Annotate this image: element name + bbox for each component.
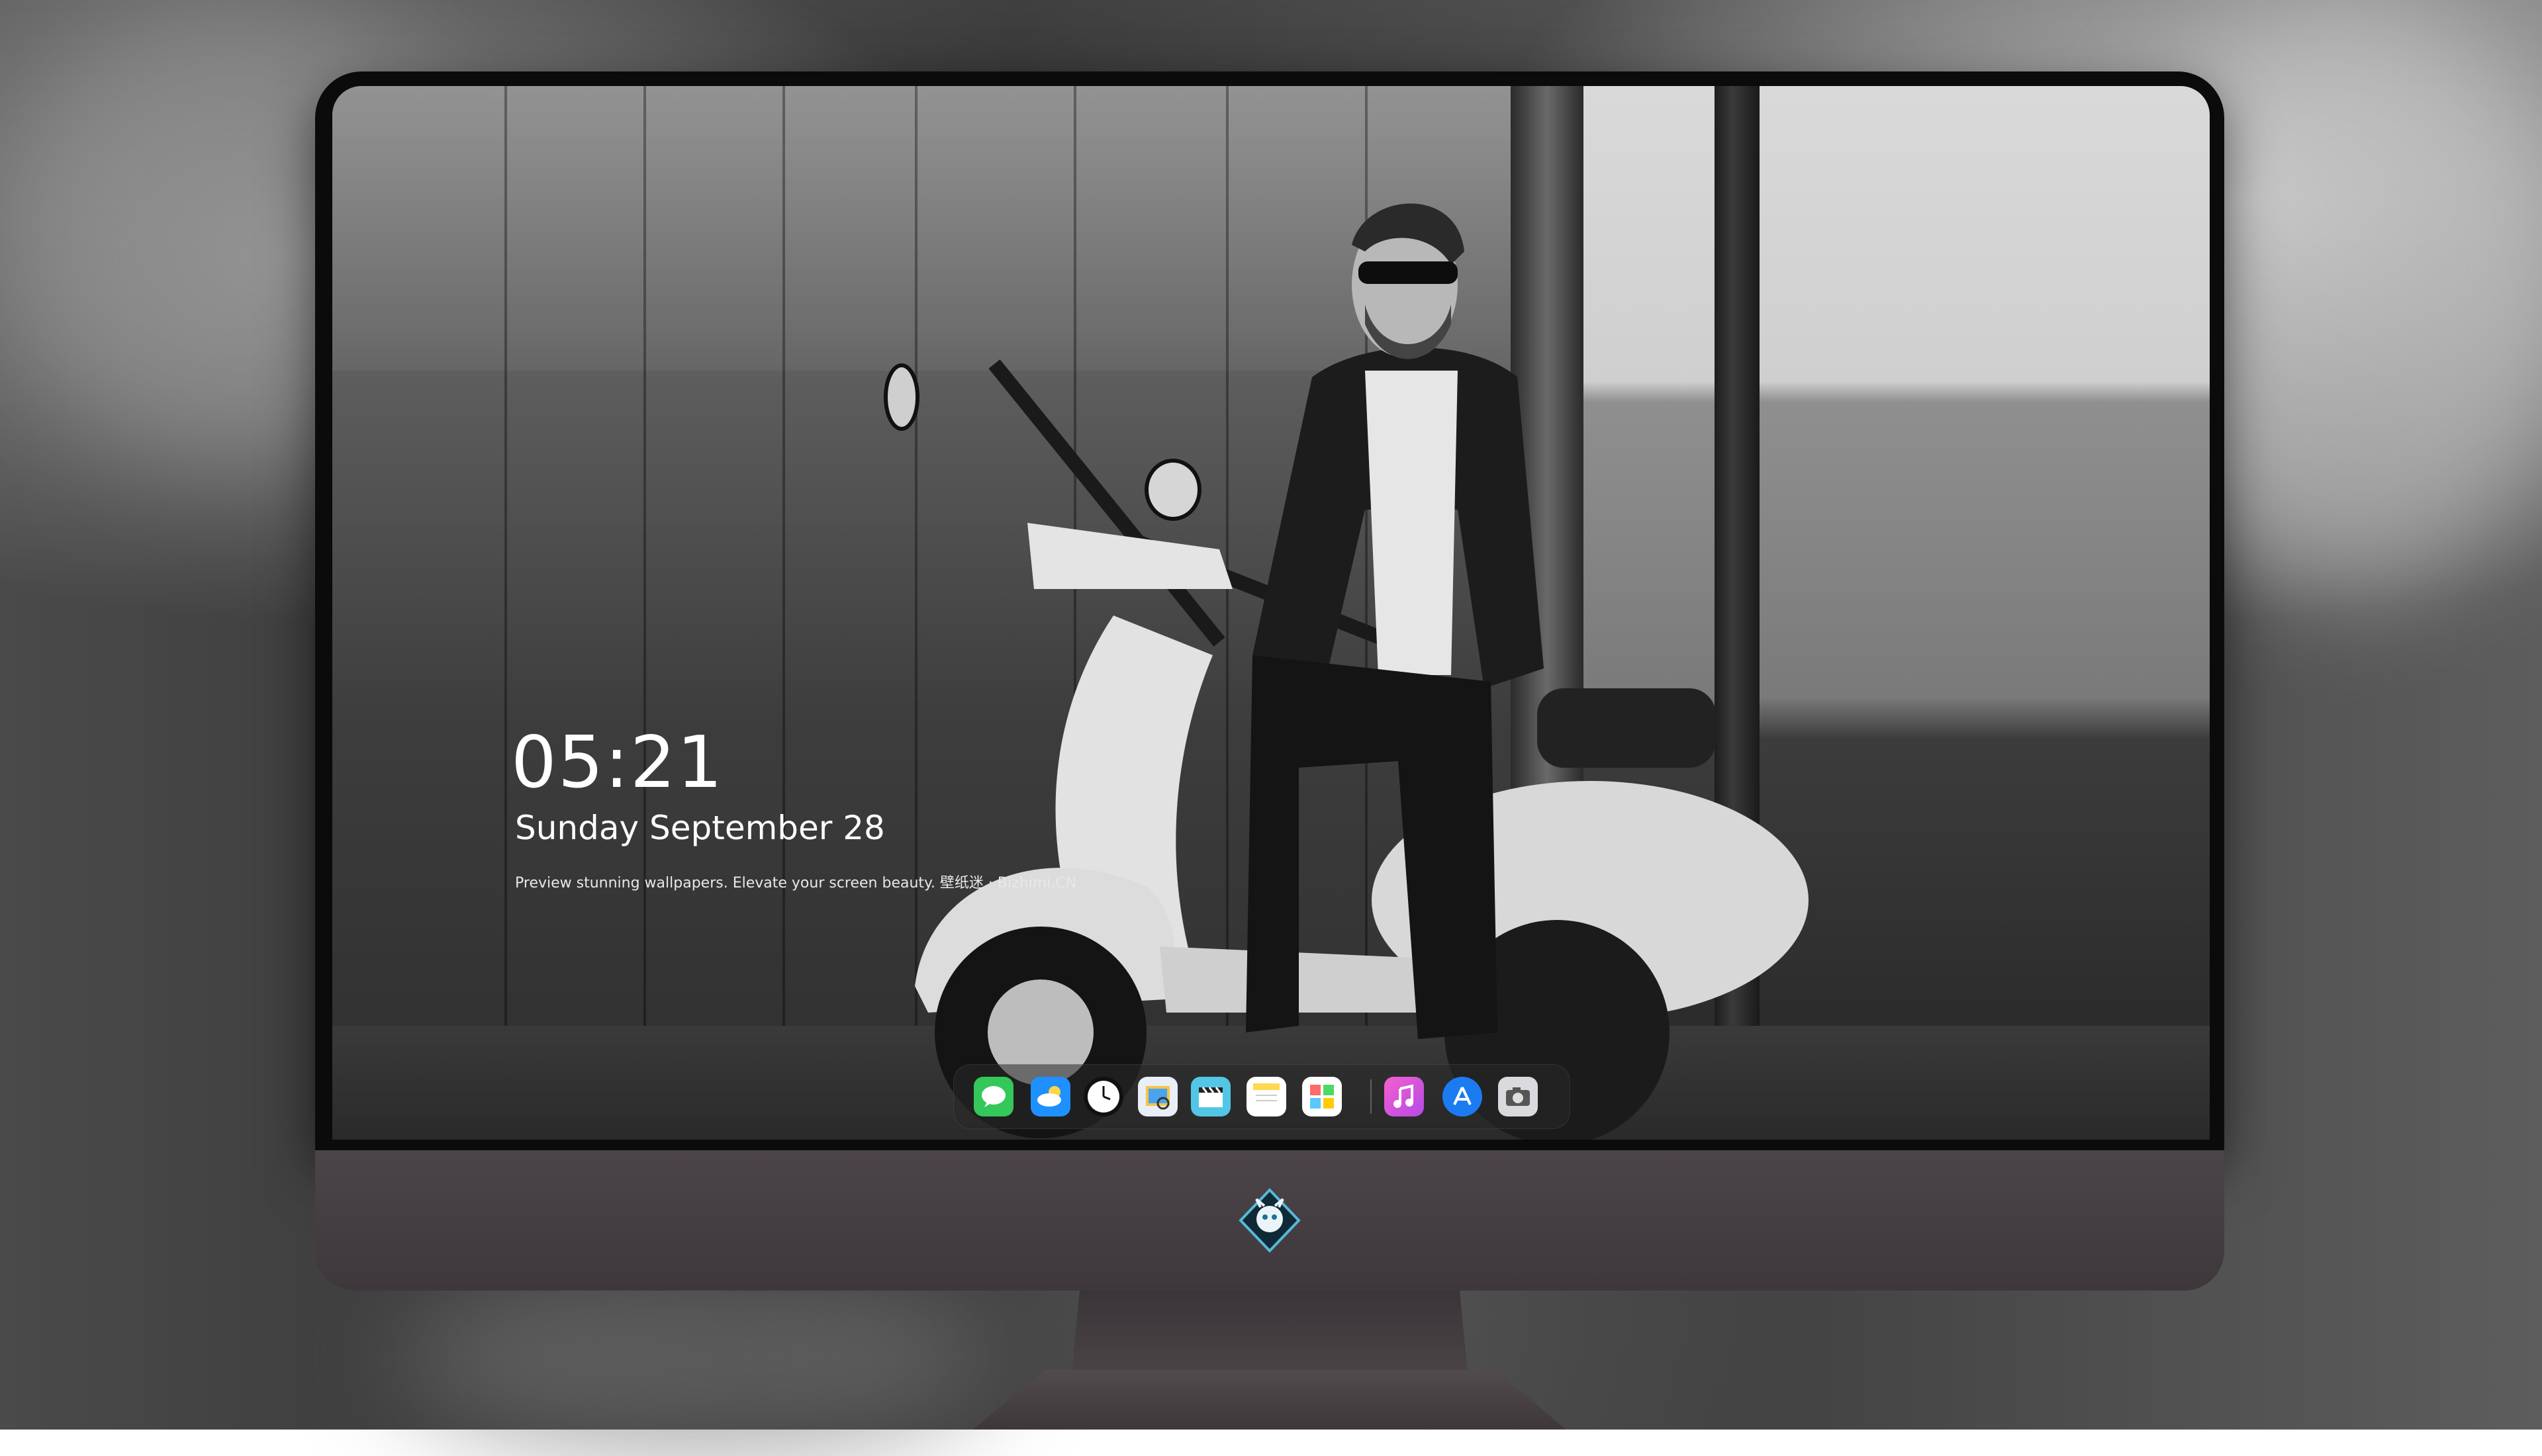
photo-grid-icon bbox=[1310, 1085, 1334, 1109]
app-store-app-icon[interactable] bbox=[1442, 1077, 1482, 1116]
preview-icon bbox=[1146, 1086, 1170, 1110]
dragon-diamond-logo bbox=[1239, 1188, 1301, 1253]
weather-app-icon[interactable] bbox=[1031, 1077, 1070, 1116]
clock-app-icon[interactable] bbox=[1084, 1077, 1123, 1116]
photo-booth-app-icon[interactable] bbox=[1302, 1077, 1342, 1116]
notes-app-icon[interactable] bbox=[1247, 1077, 1286, 1116]
music-note-icon bbox=[1393, 1084, 1413, 1108]
messages-app-icon[interactable] bbox=[974, 1077, 1013, 1116]
message-bubble-icon bbox=[982, 1086, 1006, 1107]
scooter-right-mirror bbox=[1145, 459, 1201, 521]
clock-icon bbox=[1088, 1081, 1119, 1113]
man-tshirt bbox=[1365, 371, 1458, 675]
app-store-icon bbox=[1453, 1087, 1472, 1105]
music-app-icon[interactable] bbox=[1384, 1077, 1424, 1116]
man-sunglasses bbox=[1358, 261, 1458, 284]
cloud-icon bbox=[1037, 1086, 1061, 1107]
clips-app-icon[interactable] bbox=[1191, 1077, 1231, 1116]
wallpaper-scooter-and-man bbox=[884, 203, 1809, 1140]
monitor-screen: 05:21 Sunday September 28 Preview stunni… bbox=[332, 86, 2210, 1140]
preview-app-icon[interactable] bbox=[1138, 1077, 1178, 1116]
lock-screen-time: 05:21 bbox=[511, 721, 724, 804]
camera-icon bbox=[1506, 1087, 1530, 1106]
dock-separator bbox=[1370, 1079, 1372, 1114]
monitor-stand-neck bbox=[1071, 1291, 1468, 1377]
dock bbox=[953, 1064, 1570, 1129]
lock-screen-tagline: Preview stunning wallpapers. Elevate you… bbox=[515, 875, 1077, 891]
screenshot-app-icon[interactable] bbox=[1498, 1077, 1538, 1116]
monitor-stand-base bbox=[973, 1370, 1566, 1430]
scooter-seat bbox=[1537, 688, 1716, 768]
clapperboard-icon bbox=[1199, 1087, 1223, 1107]
lock-screen-date: Sunday September 28 bbox=[515, 809, 885, 847]
notes-icon bbox=[1253, 1083, 1280, 1101]
scooter-left-mirror bbox=[884, 363, 919, 431]
